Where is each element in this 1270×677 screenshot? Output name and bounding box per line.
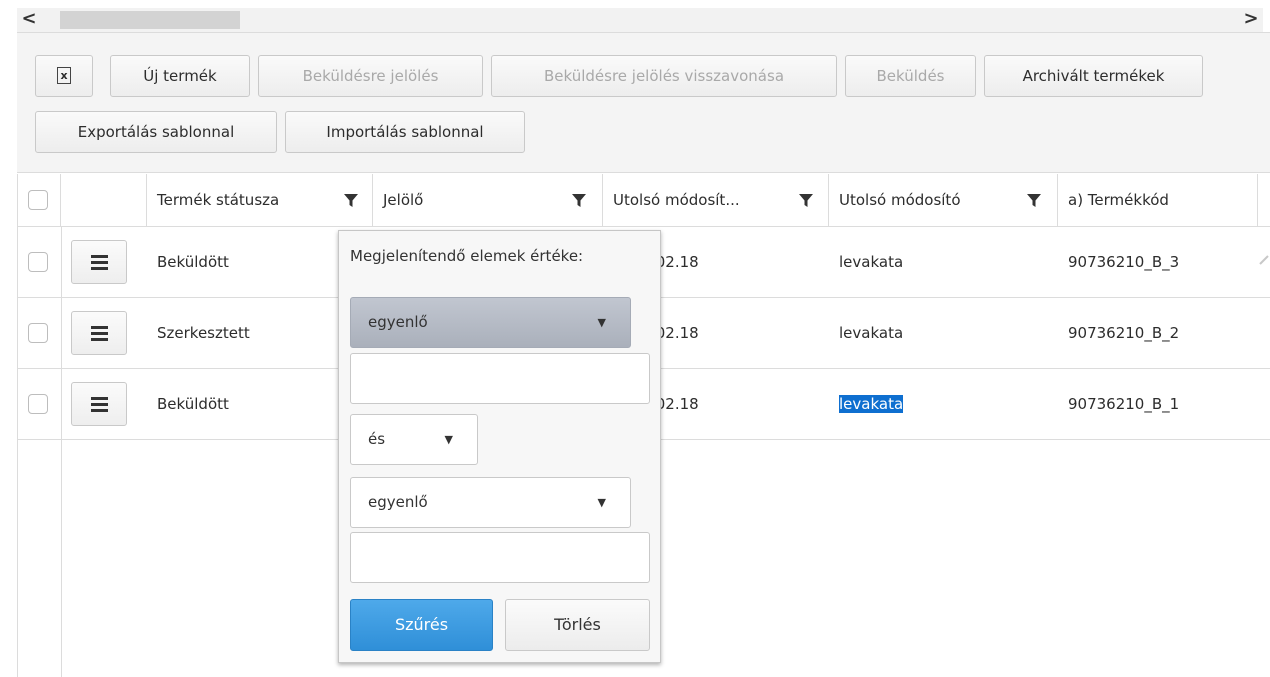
logic-select[interactable]: és ▼: [350, 414, 478, 465]
excel-icon: x: [57, 66, 71, 84]
modifier-cell: levakata: [829, 369, 1058, 439]
column-title: Termék státusza: [157, 191, 280, 209]
filter-value-input-1[interactable]: [350, 353, 650, 404]
header-checkbox-cell: [18, 174, 61, 226]
operator-select-1-value: egyenlő: [368, 313, 428, 331]
product-code-cell: 90736210_B_3: [1068, 253, 1180, 271]
product-code-cell: 90736210_B_1: [1068, 395, 1180, 413]
column-title: Jelölő: [383, 191, 424, 209]
operator-select-1[interactable]: egyenlő ▼: [350, 297, 631, 348]
grid-header: Termék státusza Jelölő Utolsó módosít...…: [18, 174, 1270, 227]
resize-handle-icon: [1259, 255, 1269, 265]
row-checkbox[interactable]: [28, 252, 48, 272]
operator-select-2[interactable]: egyenlő ▼: [350, 477, 631, 528]
row-menu-cell: [61, 369, 147, 439]
row-checkbox[interactable]: [28, 323, 48, 343]
column-header-product-code[interactable]: a) Termékkód: [1058, 174, 1258, 226]
operator-select-2-value: egyenlő: [368, 493, 428, 511]
row-checkbox-cell: [18, 298, 61, 368]
row-checkbox-cell: [18, 227, 61, 297]
column-header-last-modified[interactable]: Utolsó módosít...: [603, 174, 829, 226]
column-title: Utolsó módosít...: [613, 191, 740, 209]
column-header-marker[interactable]: Jelölő: [373, 174, 603, 226]
product-code-cell: 90736210_B_2: [1068, 324, 1180, 342]
row-checkbox-cell: [18, 369, 61, 439]
row-menu-icon[interactable]: [71, 240, 127, 284]
row-menu-icon[interactable]: [71, 382, 127, 426]
column-title: a) Termékkód: [1068, 191, 1169, 209]
filter-icon[interactable]: [799, 194, 813, 208]
revoke-marking-button[interactable]: Beküldésre jelölés visszavonása: [491, 55, 837, 97]
horizontal-scrollbar[interactable]: < >: [17, 8, 1263, 32]
column-header-last-modifier[interactable]: Utolsó módosító: [829, 174, 1058, 226]
filter-icon[interactable]: [1027, 194, 1041, 208]
toolbar: x Új termék Beküldésre jelölés Beküldésr…: [17, 32, 1270, 173]
row-menu-icon[interactable]: [71, 311, 127, 355]
filter-icon[interactable]: [344, 194, 358, 208]
column-title: Utolsó módosító: [839, 191, 961, 209]
select-all-checkbox[interactable]: [28, 190, 48, 210]
logic-select-value: és: [368, 430, 386, 448]
filter-popup: Megjelenítendő elemek értéke: egyenlő ▼ …: [338, 230, 661, 663]
filter-label: Megjelenítendő elemek értéke:: [350, 247, 584, 265]
excel-export-button[interactable]: x: [35, 55, 93, 97]
column-header-status[interactable]: Termék státusza: [147, 174, 373, 226]
scroll-left-icon[interactable]: <: [17, 8, 41, 32]
new-product-button[interactable]: Új termék: [110, 55, 250, 97]
mark-for-submission-button[interactable]: Beküldésre jelölés: [258, 55, 483, 97]
archived-products-button[interactable]: Archivált termékek: [984, 55, 1203, 97]
modifier-cell: levakata: [839, 324, 904, 342]
selected-text: levakata: [839, 395, 904, 413]
chevron-down-icon: ▼: [444, 433, 453, 446]
chevron-down-icon: ▼: [597, 496, 606, 509]
row-checkbox[interactable]: [28, 394, 48, 414]
filter-value-input-2[interactable]: [350, 532, 650, 583]
header-menu-cell: [61, 174, 147, 226]
clear-button[interactable]: Törlés: [505, 599, 650, 651]
modifier-cell: levakata: [839, 253, 904, 271]
row-menu-cell: [61, 298, 147, 368]
export-template-button[interactable]: Exportálás sablonnal: [35, 111, 277, 153]
chevron-down-icon: ▼: [597, 316, 606, 329]
scrollbar-thumb[interactable]: [60, 11, 240, 29]
filter-icon[interactable]: [572, 194, 586, 208]
import-template-button[interactable]: Importálás sablonnal: [285, 111, 525, 153]
row-menu-cell: [61, 227, 147, 297]
submit-button[interactable]: Beküldés: [845, 55, 976, 97]
scroll-right-icon[interactable]: >: [1239, 8, 1263, 32]
filter-button[interactable]: Szűrés: [350, 599, 493, 651]
